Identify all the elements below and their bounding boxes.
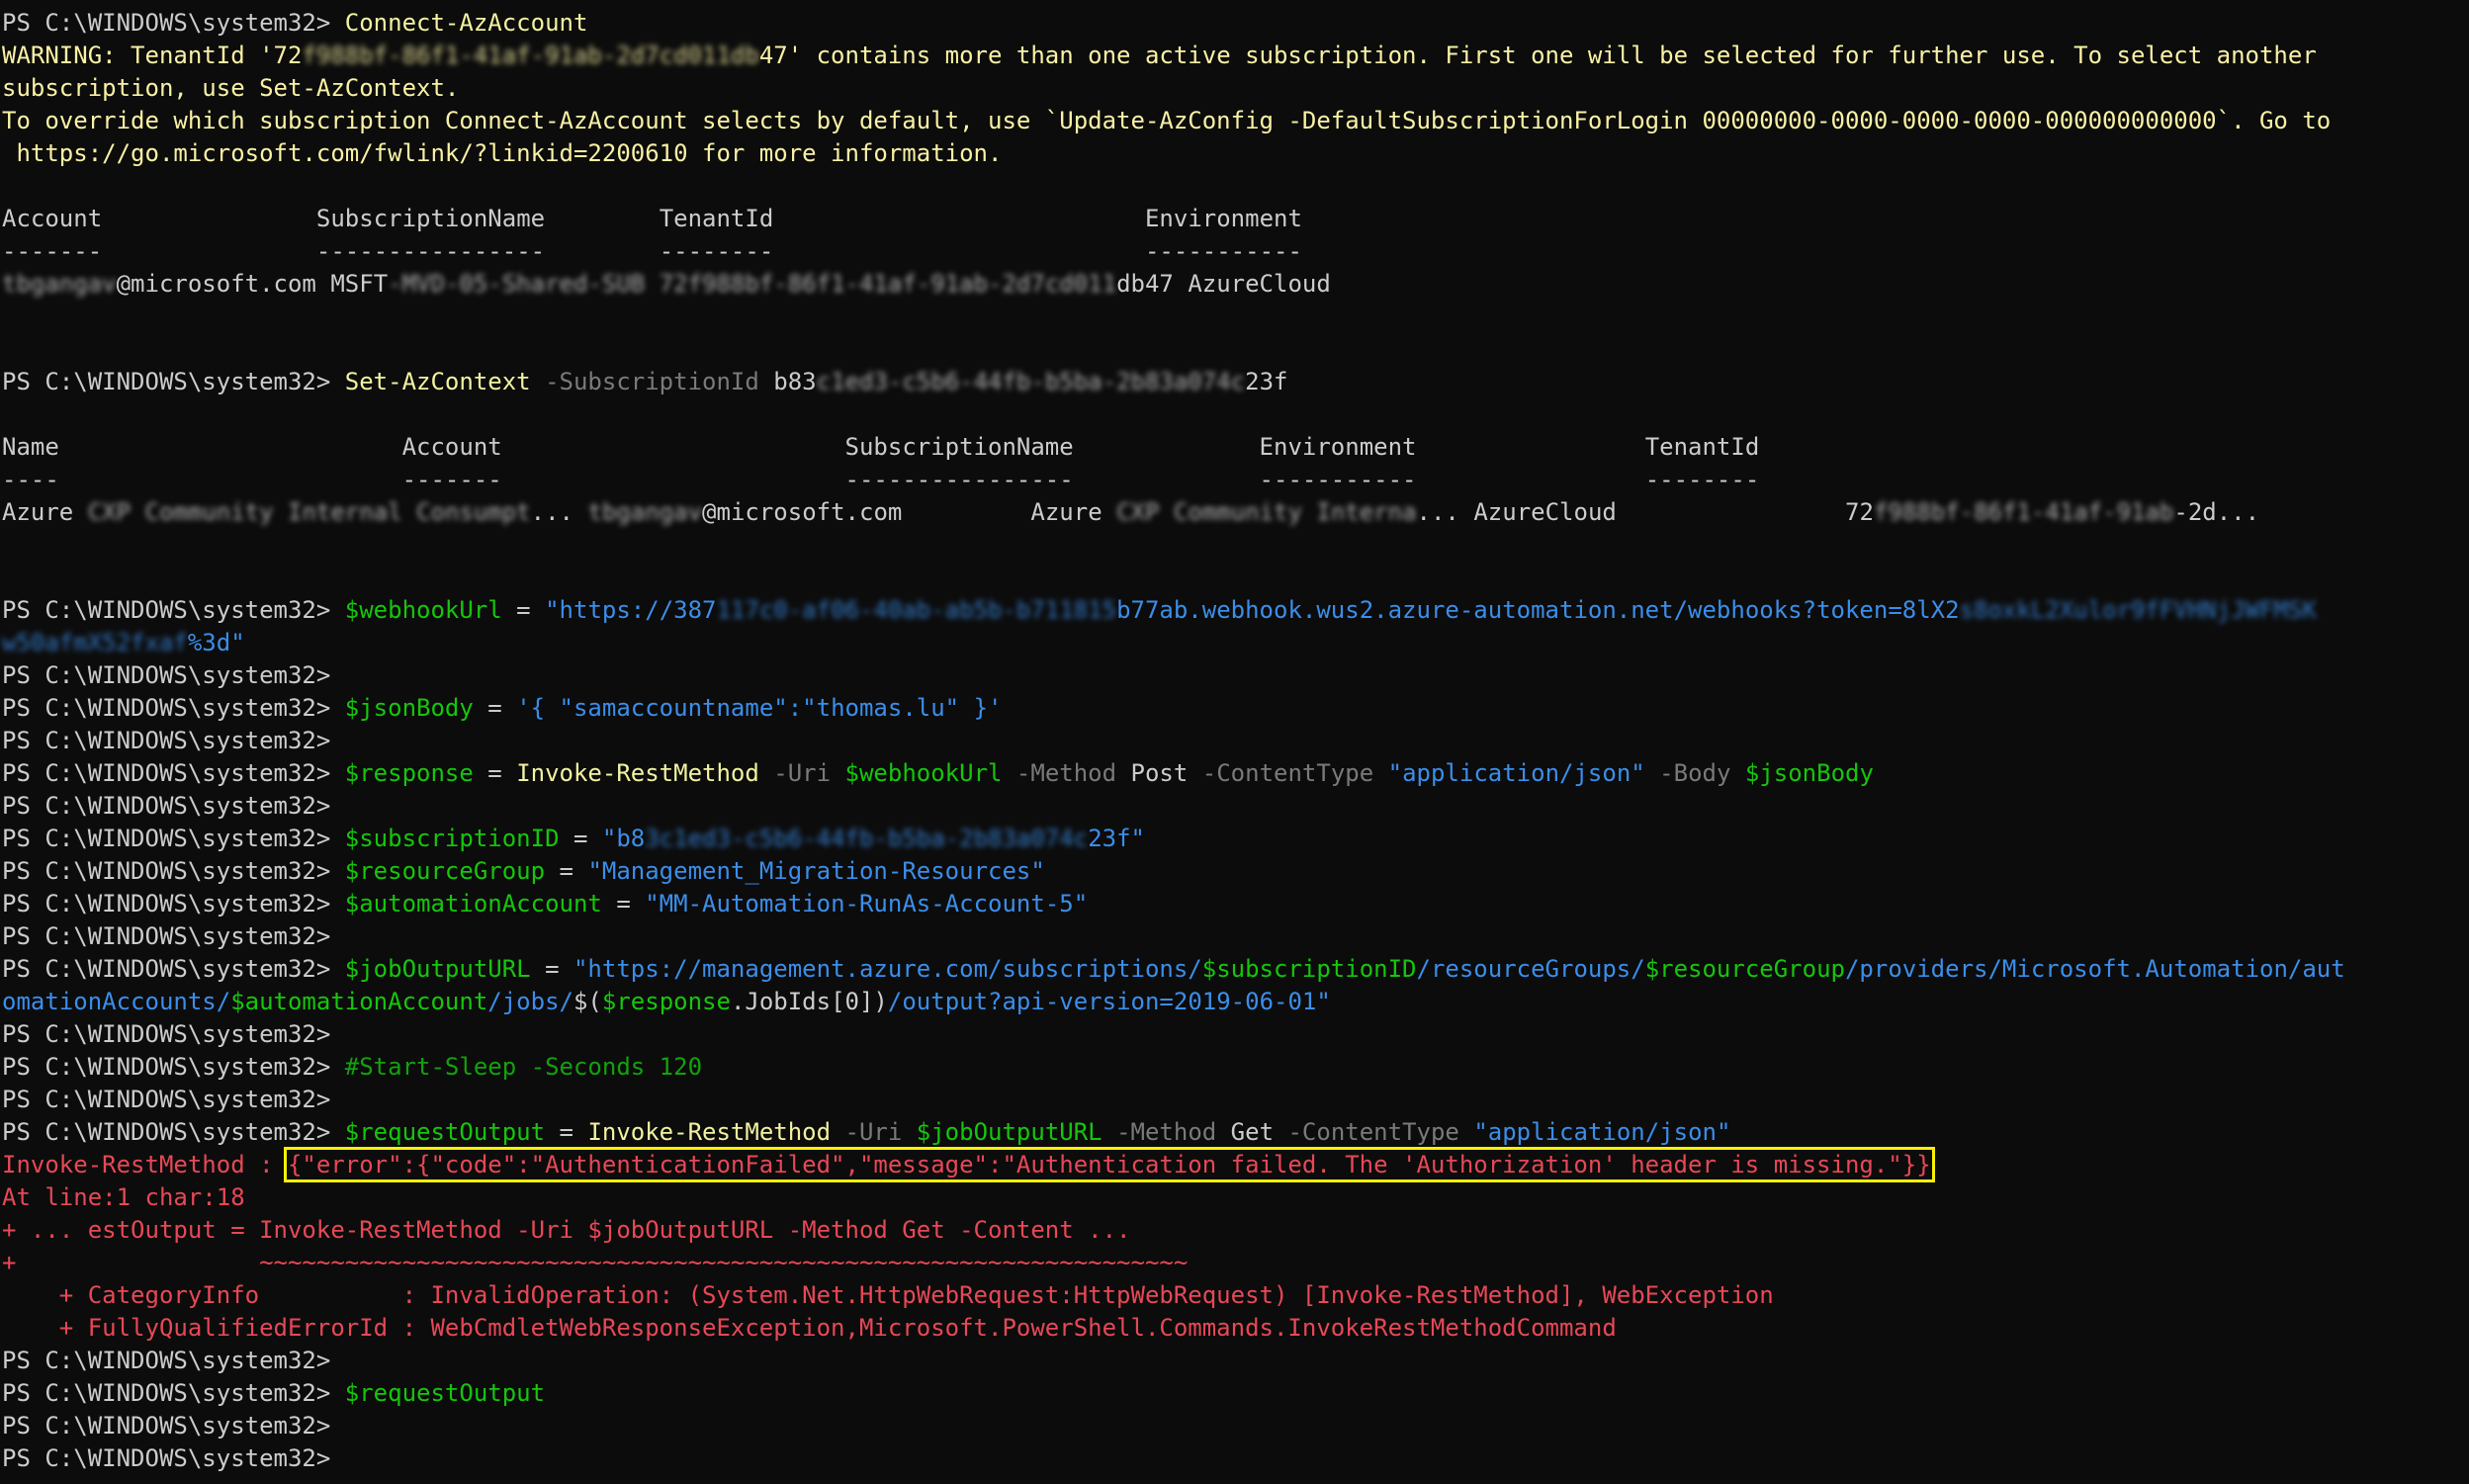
console-line-wrap: omationAccounts/$automationAccount/jobs/… bbox=[2, 988, 1331, 1015]
warning-line: To override which subscription Connect-A… bbox=[2, 107, 2332, 134]
console-line: PS C:\WINDOWS\system32> bbox=[2, 1347, 345, 1374]
console-line: PS C:\WINDOWS\system32> $jobOutputURL = … bbox=[2, 955, 2345, 983]
redacted-token: w50afmX52fxaf bbox=[2, 629, 188, 656]
warning-line: subscription, use Set-AzContext. bbox=[2, 74, 460, 102]
table-header-row: Account SubscriptionName TenantId Enviro… bbox=[2, 203, 2464, 235]
error-line: Invoke-RestMethod : {"error":{"code":"Au… bbox=[2, 1147, 2464, 1182]
console-line: PS C:\WINDOWS\system32> $response = Invo… bbox=[2, 759, 1874, 787]
console-line: PS C:\WINDOWS\system32> $resourceGroup =… bbox=[2, 857, 1045, 885]
parameter: -SubscriptionId bbox=[545, 368, 759, 395]
console-line: PS C:\WINDOWS\system32> bbox=[2, 727, 345, 754]
console-line: PS C:\WINDOWS\system32> $webhookUrl = "h… bbox=[2, 596, 2317, 624]
redacted-subscription-id: 3c1ed3-c5b6-44fb-b5ba-2b83a074c bbox=[645, 825, 1089, 852]
error-prefix: Invoke-RestMethod : bbox=[2, 1151, 288, 1178]
highlighted-error-message: {"error":{"code":"AuthenticationFailed",… bbox=[283, 1147, 1935, 1182]
table-divider-row: ---- ------- ---------------- ----------… bbox=[2, 466, 1760, 493]
console-output[interactable]: PS C:\WINDOWS\system32> Connect-AzAccoun… bbox=[2, 7, 2464, 1475]
redacted-subscription: CXP Community Interna bbox=[1116, 498, 1417, 526]
redacted-token: s8oxkL2Xulor9fFVHNjJWFMSK bbox=[1959, 596, 2317, 624]
console-line: PS C:\WINDOWS\system32> Connect-AzAccoun… bbox=[2, 7, 2464, 40]
console-line-wrap: w50afmX52fxaf%3d" bbox=[2, 629, 245, 656]
column-header: Environment bbox=[1144, 205, 1302, 232]
console-line: PS C:\WINDOWS\system32> $requestOutput bbox=[2, 1379, 546, 1407]
string-literal: "https://387 bbox=[545, 596, 717, 624]
table-header-row: Name Account SubscriptionName Environmen… bbox=[2, 433, 1760, 461]
error-line: + ~~~~~~~~~~~~~~~~~~~~~~~~~~~~~~~~~~~~~~… bbox=[2, 1249, 1189, 1276]
error-line: + ... estOutput = Invoke-RestMethod -Uri… bbox=[2, 1216, 1131, 1244]
column-header: Account bbox=[2, 205, 103, 232]
console-line: PS C:\WINDOWS\system32> bbox=[2, 1412, 345, 1440]
warning-line: https://go.microsoft.com/fwlink/?linkid=… bbox=[2, 139, 1003, 167]
table-divider-row: ------- ---------------- -------- ------… bbox=[2, 237, 1302, 265]
console-line: PS C:\WINDOWS\system32> bbox=[2, 661, 345, 689]
console-line: PS C:\WINDOWS\system32> Set-AzContext -S… bbox=[2, 368, 1288, 395]
console-line: PS C:\WINDOWS\system32> $automationAccou… bbox=[2, 890, 1089, 917]
prompt: PS C:\WINDOWS\system32> bbox=[2, 9, 345, 37]
warning-text: WARNING: TenantId '72 bbox=[2, 42, 303, 69]
console-line: PS C:\WINDOWS\system32> bbox=[2, 1086, 345, 1113]
redacted-tenant-id: f988bf-86f1-41af-91ab bbox=[1873, 498, 2174, 526]
console-line: PS C:\WINDOWS\system32> $requestOutput =… bbox=[2, 1118, 1731, 1146]
redacted-name: CXP Community Internal Consumpt bbox=[87, 498, 531, 526]
console-line: PS C:\WINDOWS\system32> bbox=[2, 792, 345, 820]
warning-line: WARNING: TenantId '72f988bf-86f1-41af-91… bbox=[2, 40, 2464, 72]
error-line: + CategoryInfo : InvalidOperation: (Syst… bbox=[2, 1281, 1774, 1309]
console-line: PS C:\WINDOWS\system32> bbox=[2, 1020, 345, 1048]
redacted-tenant-id: f988bf-86f1-41af-91ab-2d7cd011db bbox=[302, 42, 759, 69]
console-line: PS C:\WINDOWS\system32> $jsonBody = '{ "… bbox=[2, 694, 1003, 722]
redacted-account: tbgangav bbox=[587, 498, 703, 526]
table-row: Azure CXP Community Internal Consumpt...… bbox=[2, 498, 2260, 526]
redacted-subscription-id: c1ed3-c5b6-44fb-b5ba-2b83a074c bbox=[816, 368, 1246, 395]
table-row: tbgangav@microsoft.com MSFT-MVD-05-Share… bbox=[2, 270, 1331, 298]
redacted-url-part: 117c0-af06-40ab-ab5b-b711815 bbox=[716, 596, 1117, 624]
command: Set-AzContext bbox=[344, 368, 531, 395]
redacted-subscription: -MVD-05-Shared-SUB bbox=[388, 270, 646, 298]
column-header: TenantId bbox=[659, 205, 774, 232]
console-line: PS C:\WINDOWS\system32> $subscriptionID … bbox=[2, 825, 1145, 852]
console-line: PS C:\WINDOWS\system32> #Start-Sleep -Se… bbox=[2, 1053, 703, 1081]
error-line: At line:1 char:18 bbox=[2, 1183, 245, 1211]
console-input-line[interactable]: PS C:\WINDOWS\system32> bbox=[2, 1442, 2464, 1475]
comment: #Start-Sleep -Seconds 120 bbox=[344, 1053, 703, 1081]
error-line: + FullyQualifiedErrorId : WebCmdletWebRe… bbox=[2, 1314, 1617, 1342]
warning-text: 47' contains more than one active subscr… bbox=[758, 42, 2317, 69]
redacted-tenant-id: 72f988bf-86f1-41af-91ab-2d7cd011 bbox=[659, 270, 1117, 298]
redacted-account: tbgangav bbox=[2, 270, 117, 298]
column-header: SubscriptionName bbox=[315, 205, 546, 232]
command: Connect-AzAccount bbox=[344, 9, 588, 37]
variable: $webhookUrl bbox=[344, 596, 502, 624]
console-line: PS C:\WINDOWS\system32> bbox=[2, 922, 345, 950]
